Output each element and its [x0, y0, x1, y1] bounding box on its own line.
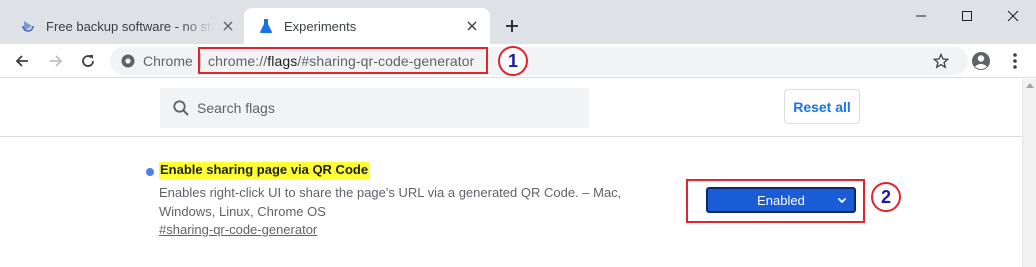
maximize-icon: [962, 11, 972, 21]
search-icon: [173, 100, 189, 116]
chrome-page-icon[interactable]: [120, 53, 136, 69]
search-flags-input[interactable]: Search flags: [160, 88, 589, 128]
forward-button[interactable]: [42, 47, 70, 75]
back-arrow-icon: [15, 55, 28, 67]
flag-modified-indicator: [146, 168, 154, 176]
scroll-up-icon[interactable]: [1026, 83, 1034, 88]
chrome-scheme-label: Chrome: [143, 53, 193, 69]
back-button[interactable]: [8, 47, 36, 75]
url-text[interactable]: chrome://flags/#sharing-qr-code-generato…: [208, 53, 474, 69]
chrome-menu-button[interactable]: [1002, 48, 1028, 74]
close-icon: [1007, 10, 1019, 22]
profile-button[interactable]: [968, 48, 994, 74]
close-tab-icon[interactable]: [220, 18, 236, 34]
close-tab-icon[interactable]: [464, 18, 480, 34]
minimize-icon: [916, 15, 926, 17]
tab-title: Free backup software - no strings attach…: [46, 18, 214, 34]
window-close-button[interactable]: [990, 0, 1036, 32]
maximize-button[interactable]: [944, 0, 990, 32]
flag-description: Enables right-click UI to share the page…: [159, 185, 622, 219]
annotation-badge-1: 1: [498, 46, 528, 76]
bookmark-star-button[interactable]: [930, 50, 952, 72]
flag-title: Enable sharing page via QR Code: [159, 162, 371, 179]
url-text-highlight[interactable]: chrome://flags/#sharing-qr-code-generato…: [198, 47, 488, 74]
reload-button[interactable]: [74, 47, 102, 75]
reload-icon: [82, 55, 94, 67]
forward-arrow-icon: [50, 55, 63, 67]
search-placeholder: Search flags: [197, 100, 275, 116]
tab-title: Experiments: [284, 18, 357, 34]
minimize-button[interactable]: [898, 0, 944, 32]
star-icon: [933, 53, 949, 69]
tab-strip: Free backup software - no strings attach…: [0, 0, 1036, 44]
select-value: Enabled: [757, 192, 805, 208]
flask-icon: [258, 18, 274, 34]
reset-all-button[interactable]: Reset all: [784, 89, 860, 124]
page-scrollbar[interactable]: [1022, 79, 1036, 267]
annotation-badge-2: 2: [871, 182, 901, 212]
tab-experiments[interactable]: Experiments: [244, 8, 490, 44]
backup-app-icon: [20, 18, 36, 34]
flag-permalink[interactable]: #sharing-qr-code-generator: [159, 222, 317, 237]
flag-state-select[interactable]: Enabled: [706, 187, 856, 213]
account-icon: [972, 52, 990, 70]
new-tab-button[interactable]: [500, 14, 524, 38]
kebab-menu-icon: [1013, 53, 1017, 69]
tab-backup-software[interactable]: Free backup software - no strings attach…: [8, 8, 246, 44]
chevron-down-icon: [837, 197, 847, 204]
flags-header: Search flags Reset all: [0, 79, 1022, 137]
